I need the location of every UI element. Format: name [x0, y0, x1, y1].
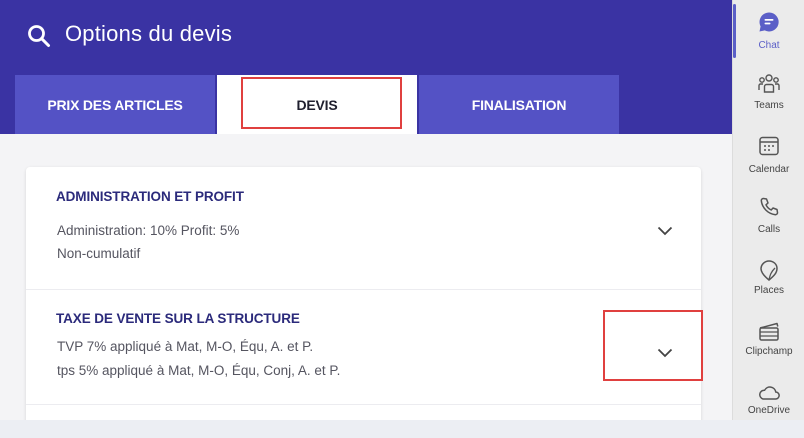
teams-icon [758, 74, 780, 93]
rail-item-clipchamp[interactable]: Clipchamp [733, 316, 804, 376]
rail-label: Teams [754, 100, 784, 111]
tab-finalisation[interactable]: FINALISATION [419, 75, 619, 134]
tab-prix-des-articles[interactable]: PRIX DES ARTICLES [15, 75, 215, 134]
section-title: ADMINISTRATION ET PROFIT [56, 189, 244, 204]
section-detail: TVP 7% appliqué à Mat, M-O, Équ, A. et P… [57, 339, 314, 354]
rail-item-onedrive[interactable]: OneDrive [733, 378, 804, 438]
section-title: TAXE DE VENTE SUR LA STRUCTURE [56, 311, 300, 326]
rail-label: Clipchamp [745, 346, 793, 357]
rail-item-chat[interactable]: Chat [733, 2, 804, 62]
rail-item-places[interactable]: Places [733, 254, 804, 314]
tab-label: FINALISATION [471, 96, 567, 113]
chevron-down-icon[interactable] [657, 348, 673, 358]
phone-icon [760, 197, 779, 216]
rail-label: Calls [757, 224, 781, 235]
section-detail: tps 5% appliqué à Mat, M-O, Équ, Conj, A… [57, 363, 341, 378]
onedrive-icon [759, 386, 780, 400]
clipchamp-icon [759, 322, 779, 341]
calendar-icon [759, 136, 779, 156]
places-icon [760, 260, 778, 281]
tab-label: PRIX DES ARTICLES [47, 96, 183, 113]
search-icon[interactable] [27, 24, 51, 48]
rail-label: Calendar [748, 164, 790, 175]
rail-label: OneDrive [747, 405, 791, 416]
rail-label: Places [753, 285, 784, 296]
page-title: Options du devis [65, 21, 233, 46]
tab-label: DEVIS [296, 96, 338, 113]
section-administration-profit[interactable]: ADMINISTRATION ET PROFIT Administration:… [26, 167, 701, 290]
chat-icon [759, 12, 779, 32]
rail-label: Chat [758, 40, 780, 51]
rail-item-teams[interactable]: Teams [733, 66, 804, 126]
chevron-down-icon[interactable] [657, 226, 673, 236]
section-detail: Non-cumulatif [57, 246, 141, 261]
section-taxe-de-vente[interactable]: TAXE DE VENTE SUR LA STRUCTURE TVP 7% ap… [26, 289, 701, 405]
tab-devis[interactable]: DEVIS [217, 75, 417, 134]
app-rail: Chat Teams Calendar Calls Places Clipcha… [732, 0, 804, 420]
rail-item-calendar[interactable]: Calendar [733, 130, 804, 190]
app-main: Options du devis PRIX DES ARTICLES DEVIS… [0, 0, 732, 420]
section-detail: Administration: 10% Profit: 5% [57, 223, 240, 238]
header: Options du devis PRIX DES ARTICLES DEVIS… [0, 0, 732, 134]
options-card: ADMINISTRATION ET PROFIT Administration:… [26, 167, 701, 420]
rail-item-calls[interactable]: Calls [733, 192, 804, 252]
